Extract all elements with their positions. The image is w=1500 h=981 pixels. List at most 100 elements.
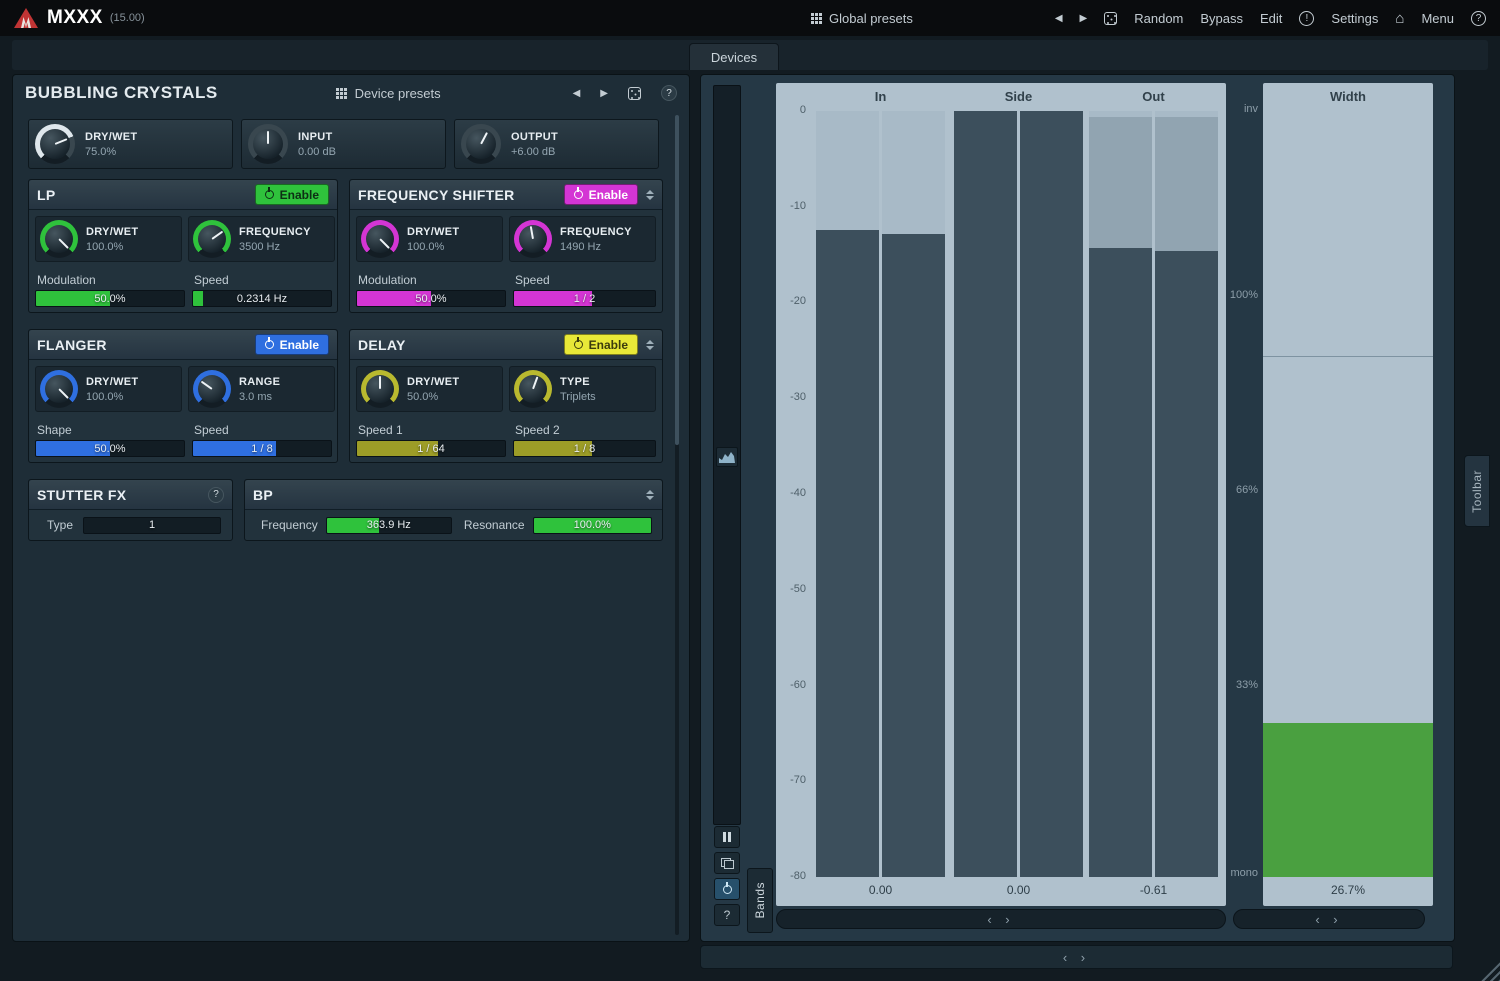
help-icon[interactable]: ? bbox=[661, 85, 677, 101]
bottom-scrollbar[interactable]: ‹ › bbox=[700, 945, 1453, 969]
lp-module-header[interactable]: LP Enable bbox=[29, 180, 337, 210]
module-stepper[interactable] bbox=[646, 490, 654, 500]
in-meter-bar-right bbox=[882, 111, 945, 877]
width-meter-display[interactable]: Width 26.7% bbox=[1263, 83, 1433, 906]
edit-button[interactable]: Edit bbox=[1260, 11, 1282, 26]
layout-button[interactable] bbox=[714, 852, 740, 874]
db-scale-label: -10 bbox=[776, 200, 806, 212]
resize-grip[interactable] bbox=[1478, 959, 1500, 981]
delay-type-group: TYPE Triplets bbox=[509, 366, 656, 412]
bypass-button[interactable]: Bypass bbox=[1200, 11, 1243, 26]
fs-frequency-knob[interactable] bbox=[514, 220, 552, 258]
dice-icon[interactable] bbox=[628, 87, 641, 100]
master-output-group: OUTPUT +6.00 dB bbox=[454, 119, 659, 169]
width-scale-label: mono bbox=[1226, 867, 1258, 879]
width-marker-line bbox=[1263, 356, 1433, 357]
device-preset-name[interactable]: BUBBLING CRYSTALS bbox=[25, 83, 218, 103]
area-chart-icon[interactable] bbox=[716, 447, 738, 467]
knob-value: +6.00 dB bbox=[511, 146, 558, 158]
help-icon[interactable]: ? bbox=[1471, 11, 1486, 26]
melda-logo-icon[interactable] bbox=[14, 8, 38, 28]
tab-devices[interactable]: Devices bbox=[689, 43, 779, 70]
flanger-drywet-knob[interactable] bbox=[40, 370, 78, 408]
next-device-preset-button[interactable]: ▶ bbox=[600, 88, 608, 99]
stutter-fx-module-header[interactable]: STUTTER FX ? bbox=[29, 480, 232, 510]
previous-device-preset-button[interactable]: ◀ bbox=[573, 88, 581, 99]
delay-drywet-knob[interactable] bbox=[361, 370, 399, 408]
master-output-knob[interactable] bbox=[461, 124, 501, 164]
meter-column-header: Out bbox=[1089, 89, 1218, 104]
lp-frequency-knob[interactable] bbox=[193, 220, 231, 258]
width-scale-label: 100% bbox=[1226, 289, 1258, 301]
delay-type-knob[interactable] bbox=[514, 370, 552, 408]
bp-module-header[interactable]: BP bbox=[245, 480, 662, 510]
device-presets-button[interactable]: Device presets bbox=[336, 86, 441, 101]
stepper-up-icon bbox=[646, 190, 654, 194]
level-meter-display[interactable]: In Side Out 0 -10 -20 -30 -40 -50 -60 -7… bbox=[776, 83, 1226, 906]
delay-enable-button[interactable]: Enable bbox=[564, 334, 638, 355]
width-horizontal-scrollbar[interactable]: ‹ › bbox=[1233, 909, 1425, 929]
flanger-shape-slider[interactable]: 50.0% bbox=[35, 440, 185, 457]
stepper-down-icon bbox=[646, 346, 654, 350]
master-input-group: INPUT 0.00 dB bbox=[241, 119, 446, 169]
lp-enable-button[interactable]: Enable bbox=[255, 184, 329, 205]
lp-speed-slider[interactable]: 0.2314 Hz bbox=[192, 290, 332, 307]
delay-module-header[interactable]: DELAY Enable bbox=[350, 330, 662, 360]
fs-speed-slider[interactable]: 1 / 2 bbox=[513, 290, 656, 307]
fs-drywet-knob[interactable] bbox=[361, 220, 399, 258]
flanger-speed-slider[interactable]: 1 / 8 bbox=[192, 440, 332, 457]
frequency-shifter-module-header[interactable]: FREQUENCY SHIFTER Enable bbox=[350, 180, 662, 210]
power-icon bbox=[574, 340, 583, 349]
help-icon[interactable]: ? bbox=[208, 487, 224, 503]
tab-bands[interactable]: Bands bbox=[747, 868, 773, 933]
lp-modulation-slider[interactable]: 50.0% bbox=[35, 290, 185, 307]
settings-button[interactable]: Settings bbox=[1331, 11, 1378, 26]
lp-frequency-group: FREQUENCY 3500 Hz bbox=[188, 216, 335, 262]
pause-button[interactable] bbox=[714, 826, 740, 848]
master-input-knob[interactable] bbox=[248, 124, 288, 164]
width-readout[interactable]: 26.7% bbox=[1263, 883, 1433, 897]
module-title: BP bbox=[253, 487, 273, 503]
lp-drywet-knob[interactable] bbox=[40, 220, 78, 258]
pause-icon bbox=[723, 832, 731, 842]
tab-devices-label: Devices bbox=[711, 50, 757, 65]
slider-label: Speed 2 bbox=[515, 423, 560, 437]
stutter-type-slider[interactable]: 1 bbox=[83, 517, 221, 534]
module-stepper[interactable] bbox=[646, 340, 654, 350]
scrollbar-thumb[interactable] bbox=[675, 115, 679, 445]
lp-drywet-group: DRY/WET 100.0% bbox=[35, 216, 182, 262]
previous-preset-button[interactable]: ◀ bbox=[1055, 13, 1063, 24]
bp-resonance-slider[interactable]: 100.0% bbox=[533, 517, 652, 534]
device-panel-scrollbar[interactable] bbox=[675, 115, 679, 935]
master-drywet-knob[interactable] bbox=[35, 124, 75, 164]
side-peak-readout[interactable]: 0.00 bbox=[954, 883, 1083, 897]
module-stepper[interactable] bbox=[646, 190, 654, 200]
tab-toolbar[interactable]: Toolbar bbox=[1464, 455, 1490, 527]
menu-button[interactable]: Menu bbox=[1421, 11, 1454, 26]
in-peak-readout[interactable]: 0.00 bbox=[816, 883, 945, 897]
global-presets-button[interactable]: Global presets bbox=[811, 11, 913, 26]
stepper-up-icon bbox=[646, 490, 654, 494]
home-icon[interactable]: ⌂ bbox=[1395, 10, 1404, 27]
frequency-shifter-enable-button[interactable]: Enable bbox=[564, 184, 638, 205]
next-preset-button[interactable]: ▶ bbox=[1080, 13, 1088, 24]
alert-icon[interactable]: ! bbox=[1299, 11, 1314, 26]
flanger-range-knob[interactable] bbox=[193, 370, 231, 408]
delay-speed2-slider[interactable]: 1 / 8 bbox=[513, 440, 656, 457]
device-panel-header: BUBBLING CRYSTALS Device presets ◀ ▶ ? bbox=[13, 75, 689, 111]
meter-power-button[interactable] bbox=[714, 878, 740, 900]
module-title: FLANGER bbox=[37, 337, 107, 353]
out-peak-readout[interactable]: -0.61 bbox=[1089, 883, 1218, 897]
random-button[interactable]: Random bbox=[1134, 11, 1183, 26]
bp-frequency-slider[interactable]: 363.9 Hz bbox=[326, 517, 452, 534]
fs-modulation-slider[interactable]: 50.0% bbox=[356, 290, 506, 307]
collapsed-analyzer-strip[interactable] bbox=[713, 85, 741, 825]
flanger-enable-button[interactable]: Enable bbox=[255, 334, 329, 355]
meter-help-button[interactable]: ? bbox=[714, 904, 740, 926]
flanger-module-header[interactable]: FLANGER Enable bbox=[29, 330, 337, 360]
dice-icon[interactable] bbox=[1104, 12, 1117, 25]
lp-module: LP Enable DRY/WET 100.0% FREQUENCY 3500 … bbox=[28, 179, 338, 313]
delay-speed1-slider[interactable]: 1 / 64 bbox=[356, 440, 506, 457]
meter-horizontal-scrollbar[interactable]: ‹ › bbox=[776, 909, 1226, 929]
module-title: DELAY bbox=[358, 337, 406, 353]
